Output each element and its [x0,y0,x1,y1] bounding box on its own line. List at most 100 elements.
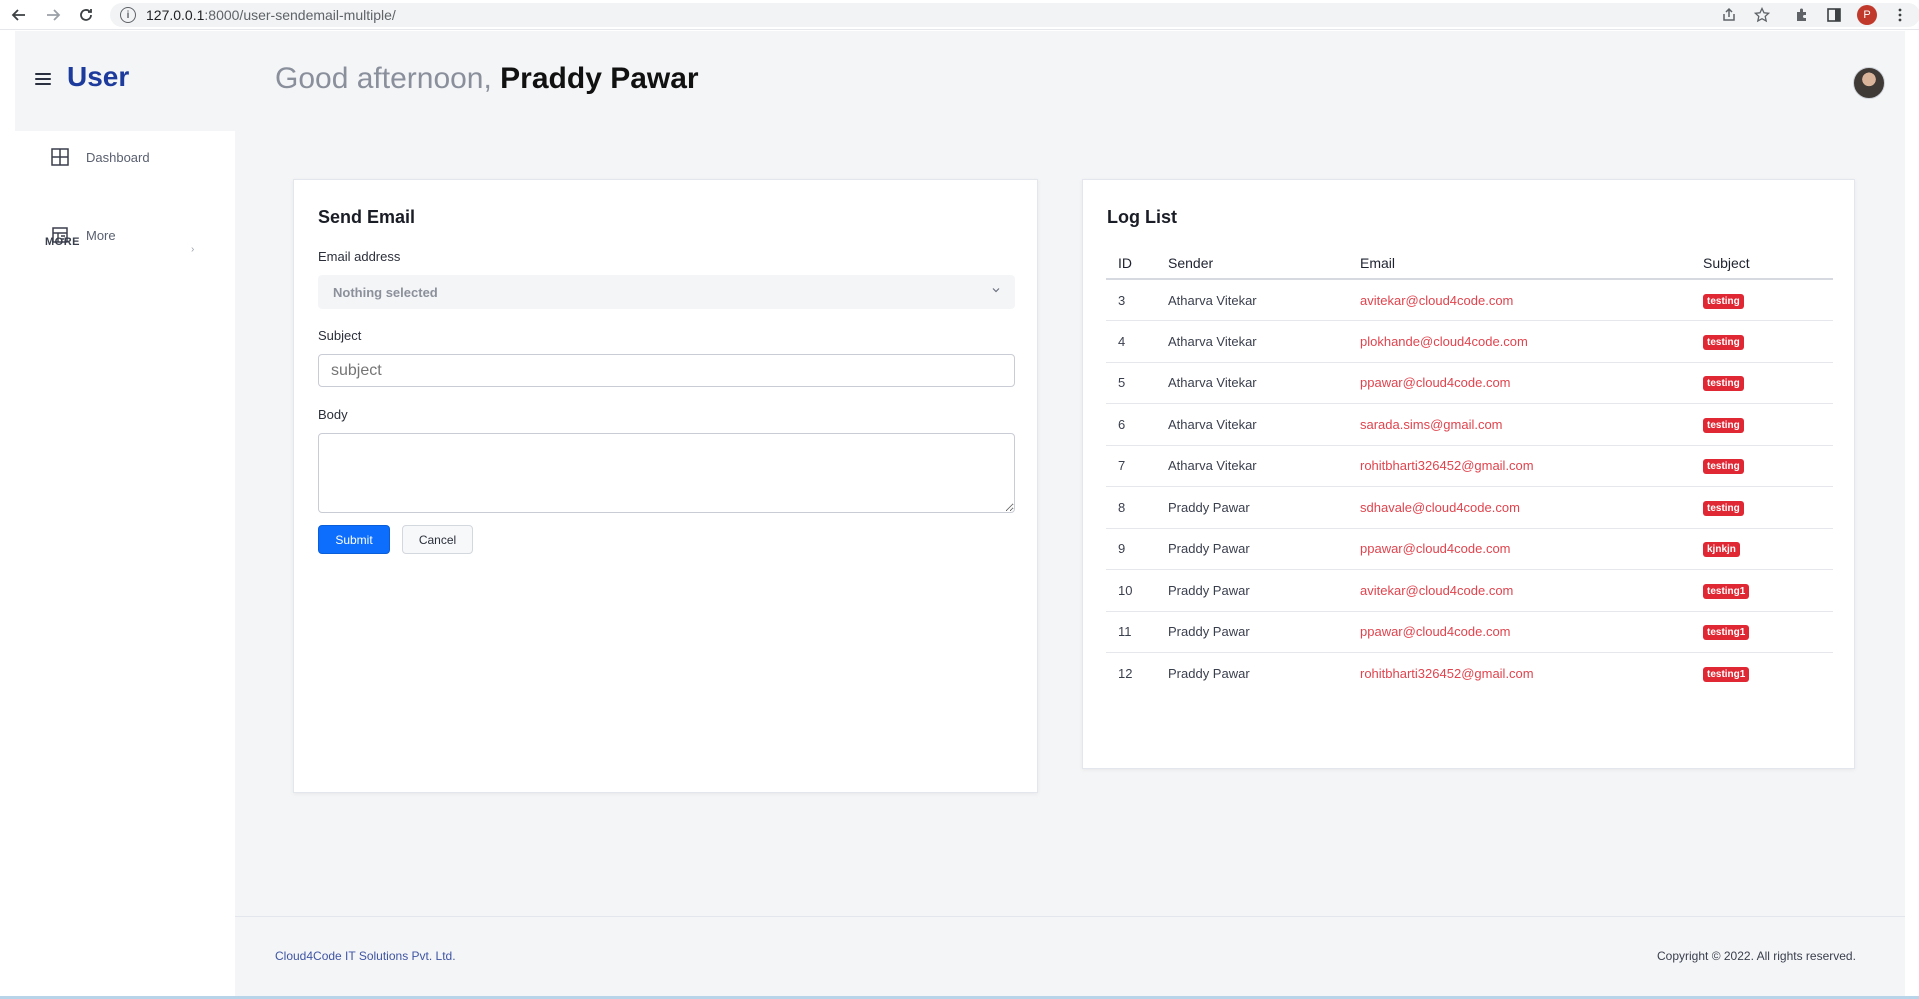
email-address-label: Email address [318,249,401,264]
greeting: Good afternoon, Praddy Pawar [275,62,699,96]
cell-id: 12 [1118,666,1133,681]
select-value: Nothing selected [333,284,438,300]
subject-badge: testing [1703,334,1744,350]
cancel-button[interactable]: Cancel [402,525,473,554]
cell-sender: Atharva Vitekar [1168,403,1360,446]
table-row: 4 Atharva Vitekar plokhande@cloud4code.c… [1106,320,1833,363]
dashboard-grid-icon [51,148,69,166]
subject-input[interactable] [318,354,1015,387]
chevron-down-icon [992,288,1000,293]
info-icon[interactable]: i [120,7,136,23]
cell-sender: Atharva Vitekar [1168,362,1360,404]
share-icon[interactable] [1719,5,1739,25]
kebab-menu-icon[interactable] [1890,5,1910,25]
subject-badge: testing [1703,293,1744,309]
cell-subject: testing [1703,445,1833,487]
table-row: 10 Praddy Pawar avitekar@cloud4code.com … [1106,569,1833,612]
cell-id: 5 [1106,362,1168,404]
app-header: User Good afternoon, Praddy Pawar [15,31,1905,131]
cell-sender: Praddy Pawar [1168,569,1360,612]
table-row: 5 Atharva Vitekar ppawar@cloud4code.com … [1106,362,1833,404]
brand-title[interactable]: User [67,61,129,93]
cell-sender: Atharva Vitekar [1168,279,1360,321]
table-row: 7 Atharva Vitekar rohitbharti326452@gmai… [1106,445,1833,487]
profile-avatar[interactable]: P [1857,5,1877,25]
cell-email[interactable]: sarada.sims@gmail.com [1360,403,1703,446]
extensions-icon[interactable] [1792,5,1812,25]
sidebar-item-dashboard[interactable]: Dashboard [50,147,150,167]
column-header-sender: Sender [1168,247,1360,280]
sidepanel-icon[interactable] [1824,5,1844,25]
cell-subject: testing [1703,279,1833,321]
cell-email[interactable]: rohitbharti326452@gmail.com [1360,445,1703,487]
submit-button[interactable]: Submit [318,525,390,554]
subject-badge: testing1 [1703,625,1750,641]
column-header-email: Email [1360,247,1703,280]
address-bar[interactable]: i 127.0.0.1:8000/user-sendemail-multiple… [110,3,1919,27]
cell-id: 9 [1106,528,1168,570]
table-header-row: ID Sender Email Subject [1106,247,1833,280]
cell-subject: kjnkjn [1703,528,1833,570]
cell-id: 7 [1106,445,1168,487]
body-textarea[interactable] [318,433,1015,513]
cell-id: 10 [1106,569,1168,612]
subject-badge: testing [1703,417,1744,433]
subject-badge: kjnkjn [1703,542,1740,558]
cell-email[interactable]: ppawar@cloud4code.com [1360,528,1703,570]
url-host: 127.0.0.1 [146,7,205,23]
subject-badge: testing1 [1703,667,1750,682]
cell-email[interactable]: rohitbharti326452@gmail.com [1360,653,1703,695]
chevron-right-icon: › [191,244,195,255]
column-header-id: ID [1106,247,1168,280]
cell-email[interactable]: sdhavale@cloud4code.com [1360,486,1703,529]
table-row: 12 Praddy Pawar rohitbharti326452@gmail.… [1106,653,1833,695]
forward-arrow-icon[interactable] [42,4,64,26]
user-avatar[interactable] [1853,67,1885,99]
cell-email[interactable]: avitekar@cloud4code.com [1360,279,1703,321]
email-address-select[interactable]: Nothing selected [318,275,1015,309]
subject-badge: testing [1703,376,1744,392]
footer-copyright: Copyright © 2022. All rights reserved. [1657,949,1856,963]
url-path: :8000/user-sendemail-multiple/ [204,7,396,23]
cell-id: 3 [1106,279,1168,321]
cell-sender: Praddy Pawar [1168,486,1360,529]
subject-badge: testing [1703,459,1744,475]
url-text: 127.0.0.1:8000/user-sendemail-multiple/ [146,7,396,23]
cell-subject: testing [1703,362,1833,404]
subject-badge: testing [1703,500,1744,516]
sidebar-item-more[interactable]: More [50,225,116,245]
table-row: 8 Praddy Pawar sdhavale@cloud4code.com t… [1106,486,1833,529]
profile-initial: P [1863,9,1871,21]
star-icon[interactable] [1752,5,1772,25]
greeting-text: Good afternoon, [275,62,501,95]
cell-email[interactable]: plokhande@cloud4code.com [1360,320,1703,363]
hamburger-icon[interactable] [35,73,51,85]
table-row: 3 Atharva Vitekar avitekar@cloud4code.co… [1106,279,1833,321]
back-arrow-icon[interactable] [8,4,30,26]
cell-email[interactable]: ppawar@cloud4code.com [1360,611,1703,653]
cell-sender: Atharva Vitekar [1168,445,1360,487]
log-list-card: Log List ID Sender Email Subject 3 Athar… [1082,179,1855,769]
browser-toolbar: i 127.0.0.1:8000/user-sendemail-multiple… [0,0,1919,30]
cell-id: 8 [1106,486,1168,529]
cell-id: 6 [1106,403,1168,446]
cell-subject: testing1 [1703,653,1833,695]
card-title: Log List [1107,207,1177,227]
cell-subject: testing [1703,320,1833,363]
cell-subject: testing [1703,403,1833,446]
subject-label: Subject [318,328,362,343]
cell-sender: Praddy Pawar [1168,611,1360,653]
cell-sender: Praddy Pawar [1168,528,1360,570]
cell-email[interactable]: ppawar@cloud4code.com [1360,362,1703,404]
footer-divider [235,916,1905,917]
column-header-subject: Subject [1703,247,1833,280]
cell-sender: Atharva Vitekar [1168,320,1360,363]
app-container: User Good afternoon, Praddy Pawar Dashbo… [15,31,1905,999]
subject-badge: testing1 [1703,583,1750,599]
footer-company[interactable]: Cloud4Code IT Solutions Pvt. Ltd. [275,949,456,963]
sidebar-item-label: More [86,227,116,243]
sidebar: Dashboard MORE More › [15,131,235,999]
table-row: 11 Praddy Pawar ppawar@cloud4code.com te… [1106,611,1833,653]
reload-icon[interactable] [75,4,97,26]
cell-email[interactable]: avitekar@cloud4code.com [1360,569,1703,612]
